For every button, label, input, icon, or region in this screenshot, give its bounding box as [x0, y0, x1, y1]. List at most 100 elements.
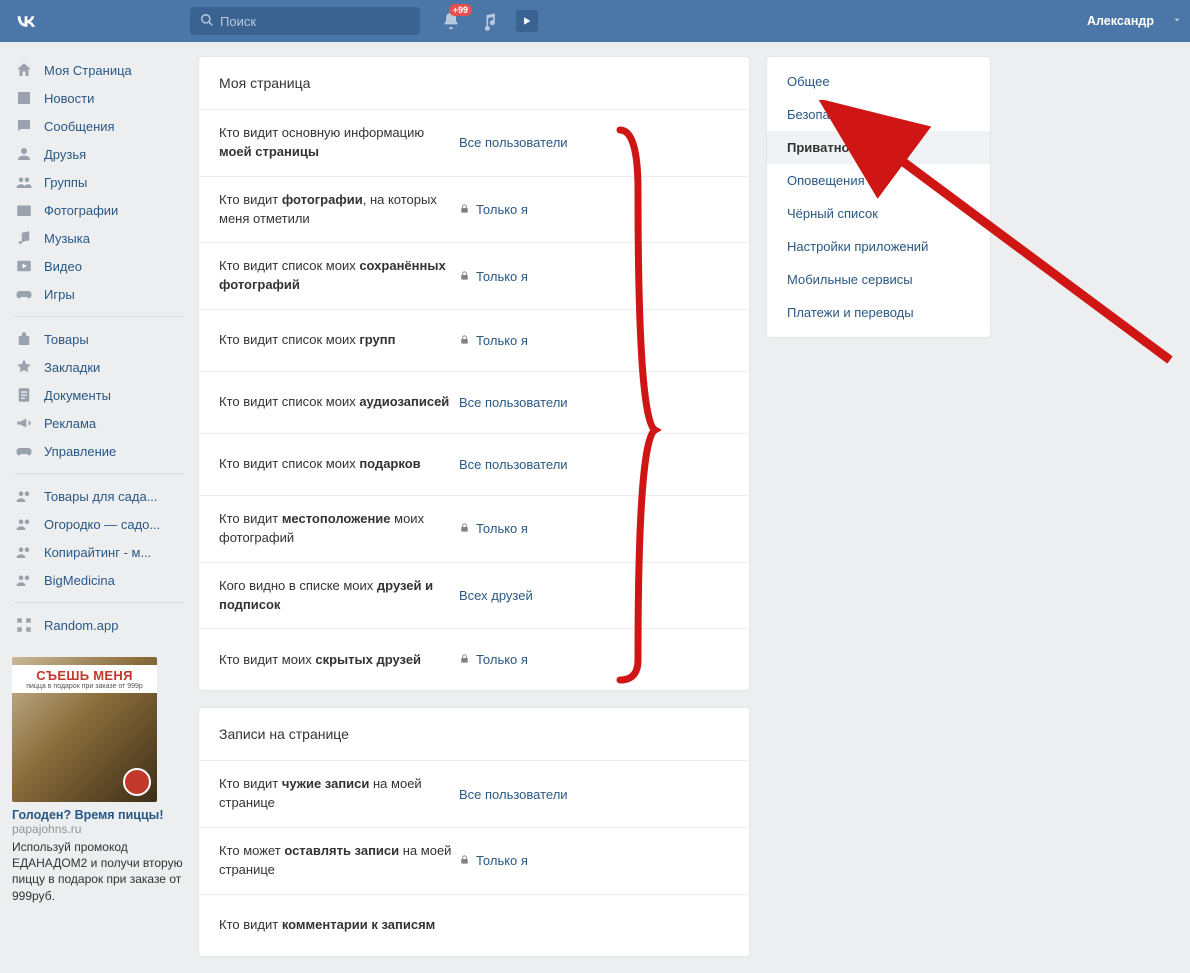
nav-видео[interactable]: Видео	[8, 252, 190, 280]
nav-label: Группы	[44, 175, 87, 190]
search-box[interactable]	[190, 7, 420, 35]
setting-value[interactable]: Только я	[459, 269, 528, 284]
app-icon	[14, 615, 34, 635]
setting-value[interactable]: Все пользователи	[459, 787, 568, 802]
nav-label: Документы	[44, 388, 111, 403]
nav-label: Фотографии	[44, 203, 118, 218]
left-sidebar: Моя Страница Новости Сообщения Друзья Группы…	[0, 56, 190, 973]
setting-label: Кто видит фотографии, на которых меня от…	[219, 191, 459, 229]
friends-icon	[14, 144, 34, 164]
lock-icon	[459, 521, 470, 536]
setting-row: Кто видит местоположение моих фотографий…	[199, 495, 749, 562]
setting-value[interactable]: Все пользователи	[459, 135, 568, 150]
lock-icon	[459, 853, 470, 868]
setting-value[interactable]: Только я	[459, 652, 528, 667]
setting-row: Кто видит список моих аудиозаписейВсе по…	[199, 371, 749, 433]
tab-общее[interactable]: Общее	[767, 65, 990, 98]
nav-группы[interactable]: Группы	[8, 168, 190, 196]
nav-новости[interactable]: Новости	[8, 84, 190, 112]
video-play-icon[interactable]	[516, 10, 538, 32]
setting-value[interactable]: Только я	[459, 333, 528, 348]
nav-сообщения[interactable]: Сообщения	[8, 112, 190, 140]
nav-label: Моя Страница	[44, 63, 132, 78]
tab-настройки-приложений[interactable]: Настройки приложений	[767, 230, 990, 263]
vk-logo[interactable]	[12, 7, 40, 35]
tab-платежи-и-переводы[interactable]: Платежи и переводы	[767, 296, 990, 329]
nav-музыка[interactable]: Музыка	[8, 224, 190, 252]
tab-безопасность[interactable]: Безопасность	[767, 98, 990, 131]
tab-приватность[interactable]: Приватность	[767, 131, 990, 164]
ad-banner-sub: пицца в подарок при заказе от 999р	[12, 683, 157, 690]
nav-label: Музыка	[44, 231, 90, 246]
header-icons: +99	[440, 10, 538, 32]
nav-управление[interactable]: Управление	[8, 437, 190, 465]
nav-label: Закладки	[44, 360, 100, 375]
ad-banner-title: СЪЕШЬ МЕНЯ	[12, 668, 157, 683]
nav-огородко-садо-[interactable]: Огородко — садо...	[8, 510, 190, 538]
setting-label: Кто видит список моих сохранённых фотогр…	[219, 257, 459, 295]
notifications-icon[interactable]: +99	[440, 10, 462, 32]
ad-domain: papajohns.ru	[12, 822, 186, 836]
tab-мобильные-сервисы[interactable]: Мобильные сервисы	[767, 263, 990, 296]
setting-row: Кто видит моих скрытых друзейТолько я	[199, 628, 749, 690]
manage-icon	[14, 441, 34, 461]
tab-оповещения[interactable]: Оповещения	[767, 164, 990, 197]
nav-игры[interactable]: Игры	[8, 280, 190, 308]
nav-друзья[interactable]: Друзья	[8, 140, 190, 168]
goods-icon	[14, 329, 34, 349]
ad-title: Голоден? Время пиццы!	[12, 808, 186, 822]
tab-чёрный-список[interactable]: Чёрный список	[767, 197, 990, 230]
nav-bigmedicina[interactable]: BigMedicina	[8, 566, 190, 594]
nav-label: Видео	[44, 259, 82, 274]
nav-label: Товары для сада...	[44, 489, 158, 504]
main-content: Моя страницаКто видит основную информаци…	[198, 56, 750, 973]
chevron-down-icon	[1172, 14, 1182, 28]
lock-icon	[459, 652, 470, 667]
group-icon	[14, 542, 34, 562]
search-input[interactable]	[220, 14, 410, 29]
setting-value[interactable]: Все пользователи	[459, 395, 568, 410]
group-icon	[14, 570, 34, 590]
group-icon	[14, 486, 34, 506]
setting-value[interactable]: Только я	[459, 202, 528, 217]
section-title: Моя страница	[199, 57, 749, 109]
setting-row: Кто видит чужие записи на моей страницеВ…	[199, 760, 749, 827]
setting-label: Кто видит чужие записи на моей странице	[219, 775, 459, 813]
video-icon	[14, 256, 34, 276]
setting-row: Кто видит список моих группТолько я	[199, 309, 749, 371]
nav-документы[interactable]: Документы	[8, 381, 190, 409]
section-title: Записи на странице	[199, 708, 749, 760]
page-container: Моя Страница Новости Сообщения Друзья Группы…	[0, 42, 1190, 973]
nav-фотографии[interactable]: Фотографии	[8, 196, 190, 224]
setting-label: Кто видит местоположение моих фотографий	[219, 510, 459, 548]
nav-реклама[interactable]: Реклама	[8, 409, 190, 437]
divider	[14, 473, 184, 474]
nav-label: Игры	[44, 287, 75, 302]
settings-section: Моя страницаКто видит основную информаци…	[198, 56, 750, 691]
setting-row: Кто видит фотографии, на которых меня от…	[199, 176, 749, 243]
group-icon	[14, 514, 34, 534]
music-icon[interactable]	[478, 10, 500, 32]
nav-копирайтинг-м-[interactable]: Копирайтинг - м...	[8, 538, 190, 566]
nav-товары[interactable]: Товары	[8, 325, 190, 353]
setting-row: Кто видит список моих сохранённых фотогр…	[199, 242, 749, 309]
nav-label: BigMedicina	[44, 573, 115, 588]
user-menu[interactable]: Александр	[1087, 14, 1182, 28]
nav-label: Реклама	[44, 416, 96, 431]
bookmark-icon	[14, 357, 34, 377]
nav-закладки[interactable]: Закладки	[8, 353, 190, 381]
ad-badge-icon	[123, 768, 151, 796]
ads-icon	[14, 413, 34, 433]
setting-value[interactable]: Только я	[459, 853, 528, 868]
setting-value[interactable]: Всех друзей	[459, 588, 533, 603]
setting-row: Кого видно в списке моих друзей и подпис…	[199, 562, 749, 629]
games-icon	[14, 284, 34, 304]
nav-моя-страница[interactable]: Моя Страница	[8, 56, 190, 84]
setting-value[interactable]: Все пользователи	[459, 457, 568, 472]
nav-random-app[interactable]: Random.app	[8, 611, 190, 639]
nav-товары-для-сада-[interactable]: Товары для сада...	[8, 482, 190, 510]
groups-icon	[14, 172, 34, 192]
ad-block[interactable]: СЪЕШЬ МЕНЯ пицца в подарок при заказе от…	[8, 657, 190, 904]
nav-label: Сообщения	[44, 119, 115, 134]
setting-value[interactable]: Только я	[459, 521, 528, 536]
